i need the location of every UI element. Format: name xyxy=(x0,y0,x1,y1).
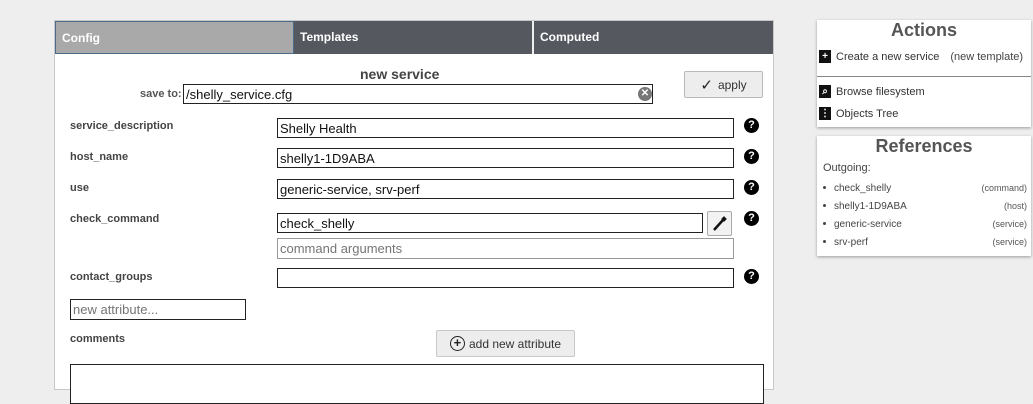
browse-filesystem-label: Browse filesystem xyxy=(836,85,925,98)
reference-kind: (service) xyxy=(992,219,1027,229)
contact-groups-input[interactable] xyxy=(277,268,734,288)
tab-config[interactable]: Config xyxy=(55,21,294,54)
reference-name: generic-service xyxy=(834,219,902,230)
apply-label: apply xyxy=(717,77,747,92)
browse-filesystem-action[interactable]: ⌕ Browse filesystem xyxy=(819,85,925,98)
outgoing-label: Outgoing: xyxy=(823,162,871,174)
folder-tree-icon: ⋮ xyxy=(819,107,831,120)
reference-item[interactable]: shelly1-1D9ABA (host) xyxy=(821,201,1027,212)
divider xyxy=(817,76,1031,77)
attr-label-use: use xyxy=(70,182,89,194)
actions-title: Actions xyxy=(890,20,957,40)
help-icon[interactable]: ? xyxy=(744,180,759,195)
comments-label: comments xyxy=(70,333,126,345)
service-description-input[interactable] xyxy=(277,118,734,138)
objects-tree-action[interactable]: ⋮ Objects Tree xyxy=(819,107,898,120)
create-service-label: Create a new service xyxy=(836,50,940,63)
reference-item[interactable]: check_shelly (command) xyxy=(821,183,1027,194)
config-panel: Config Templates Computed new service sa… xyxy=(54,20,774,404)
references-title: References xyxy=(875,136,973,156)
save-to-input[interactable] xyxy=(183,84,653,104)
reference-item[interactable]: srv-perf (service) xyxy=(821,237,1027,248)
form-title: new service xyxy=(360,66,440,82)
reference-name: shelly1-1D9ABA xyxy=(834,201,907,212)
plus-file-icon: + xyxy=(819,50,831,63)
save-to-label: save to: xyxy=(140,88,182,100)
folder-search-icon: ⌕ xyxy=(819,85,831,98)
reference-name: check_shelly xyxy=(834,183,892,194)
help-icon[interactable]: ? xyxy=(744,149,759,164)
new-attribute-input[interactable] xyxy=(70,299,246,320)
use-input[interactable] xyxy=(277,179,734,199)
create-service-sub: (new template) xyxy=(950,50,1024,63)
comments-textarea[interactable] xyxy=(70,364,764,404)
tab-bar: Config Templates Computed xyxy=(55,21,773,54)
reference-kind: (host) xyxy=(1003,201,1027,211)
plus-circle-icon: + xyxy=(449,336,465,351)
attr-label-contact-groups: contact_groups xyxy=(70,271,153,283)
host-name-input[interactable] xyxy=(277,148,734,168)
magic-wand-icon xyxy=(713,216,727,231)
references-panel: References Outgoing: check_shelly (comma… xyxy=(817,136,1031,256)
tab-templates[interactable]: Templates xyxy=(294,21,534,54)
help-icon[interactable]: ? xyxy=(744,118,759,133)
reference-kind: (command) xyxy=(981,183,1027,193)
clear-icon[interactable]: ✕ xyxy=(638,87,652,101)
help-icon[interactable]: ? xyxy=(744,269,759,284)
apply-button[interactable]: ✓ apply xyxy=(684,71,763,98)
help-icon[interactable]: ? xyxy=(744,211,759,226)
reference-item[interactable]: generic-service (service) xyxy=(821,219,1027,230)
reference-name: srv-perf xyxy=(834,237,868,248)
reference-kind: (service) xyxy=(992,237,1027,247)
attr-label-service-description: service_description xyxy=(70,120,174,132)
checkmark-icon: ✓ xyxy=(700,76,713,94)
tab-computed[interactable]: Computed xyxy=(534,21,773,54)
create-service-action[interactable]: + Create a new service (new template) xyxy=(819,50,1023,63)
add-attribute-label: add new attribute xyxy=(468,336,562,351)
add-attribute-button[interactable]: + add new attribute xyxy=(436,330,575,357)
command-arguments-input[interactable] xyxy=(277,238,734,259)
command-wizard-button[interactable] xyxy=(707,211,732,236)
attr-label-check-command: check_command xyxy=(70,213,160,225)
attr-label-host-name: host_name xyxy=(70,151,129,163)
check-command-input[interactable] xyxy=(277,213,703,233)
actions-panel: Actions + Create a new service (new temp… xyxy=(817,20,1031,127)
objects-tree-label: Objects Tree xyxy=(836,107,899,120)
